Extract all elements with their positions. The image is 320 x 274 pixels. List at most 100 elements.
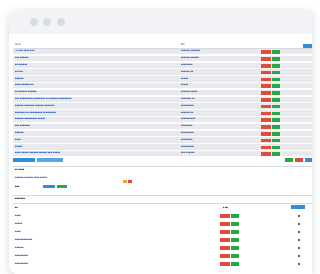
row-delete-button[interactable]	[261, 84, 271, 88]
row-name-link[interactable]: ■■■ ■■■■■■	[15, 56, 29, 59]
row-name-link[interactable]: ■■ ■■■	[15, 70, 23, 73]
row-delete-button[interactable]	[261, 63, 271, 68]
list-item-link[interactable]: ■■■■■■■■■	[15, 254, 28, 257]
row-delete-button[interactable]	[261, 138, 271, 143]
row-edit-button[interactable]	[272, 111, 280, 116]
list-item-link[interactable]: ■■■■	[15, 214, 21, 217]
row-edit-button[interactable]	[272, 97, 280, 102]
minimize-dot-icon[interactable]	[43, 18, 51, 26]
row-edit-button[interactable]	[272, 152, 280, 156]
item-delete-button[interactable]	[220, 262, 230, 266]
row-delete-button[interactable]	[261, 111, 271, 116]
item-edit-button[interactable]	[231, 238, 239, 242]
item-check-icon[interactable]	[298, 263, 300, 265]
row-delete-button[interactable]	[261, 57, 271, 61]
section3-add-button[interactable]	[291, 205, 305, 209]
table-row: ■■ ■■■■■■ ■■■■■■■■	[13, 62, 312, 69]
table-row: ▪ ■ ■■■ ■■■■ ■■■ ■■■■■■ ■■■■■■■	[13, 49, 312, 56]
section2-button-a[interactable]	[43, 185, 55, 189]
item-delete-button[interactable]	[220, 222, 230, 226]
row-name-link[interactable]: ■■ ■■■■■■ ■■■■■■	[15, 90, 37, 93]
right-blue-button[interactable]	[305, 158, 312, 162]
list-item-link[interactable]: ■■■■	[15, 230, 21, 233]
section3-title: ■■■■■■■	[15, 197, 26, 200]
table-row: ■■■■■■ ■■■■■■■ ■■■■■■ ■■■■■■■ ■■■■■■■■■	[13, 103, 312, 110]
right-green-button[interactable]	[285, 158, 293, 162]
row-delete-button[interactable]	[261, 104, 271, 109]
row-delete-button[interactable]	[261, 131, 271, 136]
row-delete-button[interactable]	[261, 152, 271, 156]
item-delete-button[interactable]	[220, 254, 230, 258]
table-row: ■■ ■■■■■■ ■■■■■■ ■■■■■■ ■■■■■	[13, 89, 312, 97]
list-item: ■■■■■	[13, 221, 312, 227]
row-name-link[interactable]: ■■■■ ■■■■■ ■■■■■■ ■■■■■■ ■■■ ■■■■■	[15, 152, 60, 155]
item-edit-button[interactable]	[231, 230, 239, 234]
list-item-link[interactable]: ■■■■■	[15, 222, 22, 225]
row-name-link[interactable]: ■■■■■■	[15, 131, 24, 134]
list-item: ■■■■■■■■■■■■	[13, 237, 312, 243]
item-delete-button[interactable]	[220, 230, 230, 234]
row-delete-button[interactable]	[261, 125, 271, 129]
list-item-link[interactable]: ■■■■■■■■■	[15, 262, 28, 265]
header-add-button[interactable]	[303, 44, 312, 48]
row-edit-button[interactable]	[272, 125, 280, 129]
row-edit-button[interactable]	[272, 70, 280, 75]
item-edit-button[interactable]	[231, 214, 239, 218]
item-delete-button[interactable]	[220, 246, 230, 250]
row-edit-button[interactable]	[272, 77, 280, 82]
row-delete-button[interactable]	[261, 97, 271, 102]
row-edit-button[interactable]	[272, 118, 280, 122]
row-edit-button[interactable]	[272, 57, 280, 61]
row-name-link[interactable]: ■■ ■■■■■■	[15, 63, 27, 66]
item-check-icon[interactable]	[298, 247, 300, 249]
row-delete-button[interactable]	[261, 77, 271, 82]
item-check-icon[interactable]	[298, 223, 300, 225]
item-edit-button[interactable]	[231, 222, 239, 226]
item-edit-button[interactable]	[231, 246, 239, 250]
row-delete-button[interactable]	[261, 91, 271, 95]
header-left-label: ow N	[15, 43, 21, 47]
section2-button-b[interactable]	[57, 185, 67, 189]
row-name-link[interactable]: ■■■■■■	[15, 77, 24, 80]
item-edit-button[interactable]	[231, 254, 239, 258]
row-edit-button[interactable]	[272, 63, 280, 68]
row-edit-button[interactable]	[272, 50, 280, 54]
row-name-link[interactable]: ■■■ ■■■■■■■■■ ■■■■■■■■ ■■ ■■■■■■ ■■■■■■■…	[15, 97, 72, 100]
item-check-icon[interactable]	[298, 255, 300, 257]
row-edit-button[interactable]	[272, 145, 280, 150]
right-red-button[interactable]	[295, 158, 303, 162]
section2-subtitle: ■■■■■■ ■■■■■■ ■■■■ ■■■■■	[15, 176, 48, 179]
row-edit-button[interactable]	[272, 131, 280, 136]
row-delete-button[interactable]	[261, 70, 271, 75]
section2-flag-b[interactable]	[128, 180, 132, 183]
row-name-link[interactable]: ■■■■	[15, 138, 21, 141]
row-delete-button[interactable]	[261, 50, 271, 54]
section2-flag-a[interactable]	[123, 180, 127, 183]
row-name-link[interactable]: ■■■ ■■■■■■■	[15, 124, 30, 127]
row-name-link[interactable]: ■■■■■■ ■■■■■■■■■ ■■■■■	[15, 118, 45, 121]
row-value: ■■■■■	[181, 76, 189, 80]
close-dot-icon[interactable]	[30, 18, 38, 26]
primary-action-button[interactable]	[13, 158, 35, 162]
row-edit-button[interactable]	[272, 104, 280, 109]
item-delete-button[interactable]	[220, 238, 230, 242]
secondary-action-button[interactable]	[37, 158, 63, 162]
row-name-link[interactable]: ■■■■■■■ ■■ ■■■■■■■■■ ■■■■■■■■■	[15, 111, 56, 114]
item-check-icon[interactable]	[298, 231, 300, 233]
item-check-icon[interactable]	[298, 215, 300, 217]
row-edit-button[interactable]	[272, 91, 280, 95]
row-delete-button[interactable]	[261, 118, 271, 122]
row-edit-button[interactable]	[272, 84, 280, 88]
row-name-link[interactable]: ■■■■ ■■■■■■ ■■	[15, 84, 34, 87]
zoom-dot-icon[interactable]	[57, 18, 65, 26]
row-name-link[interactable]: ■■■■■■ ■■■■■■■ ■■■■■■ ■■■■■■■	[15, 104, 55, 107]
row-edit-button[interactable]	[272, 138, 280, 143]
row-name-link[interactable]: ▪ ■ ■■■ ■■■■ ■■■	[15, 50, 34, 53]
row-delete-button[interactable]	[261, 145, 271, 150]
item-edit-button[interactable]	[231, 262, 239, 266]
list-item-link[interactable]: ■■■■■■	[15, 246, 24, 249]
list-item-link[interactable]: ■■■■■■■■■■■■	[15, 238, 32, 241]
item-delete-button[interactable]	[220, 214, 230, 218]
item-check-icon[interactable]	[298, 239, 300, 241]
row-name-link[interactable]: ■■■■■	[15, 145, 22, 148]
